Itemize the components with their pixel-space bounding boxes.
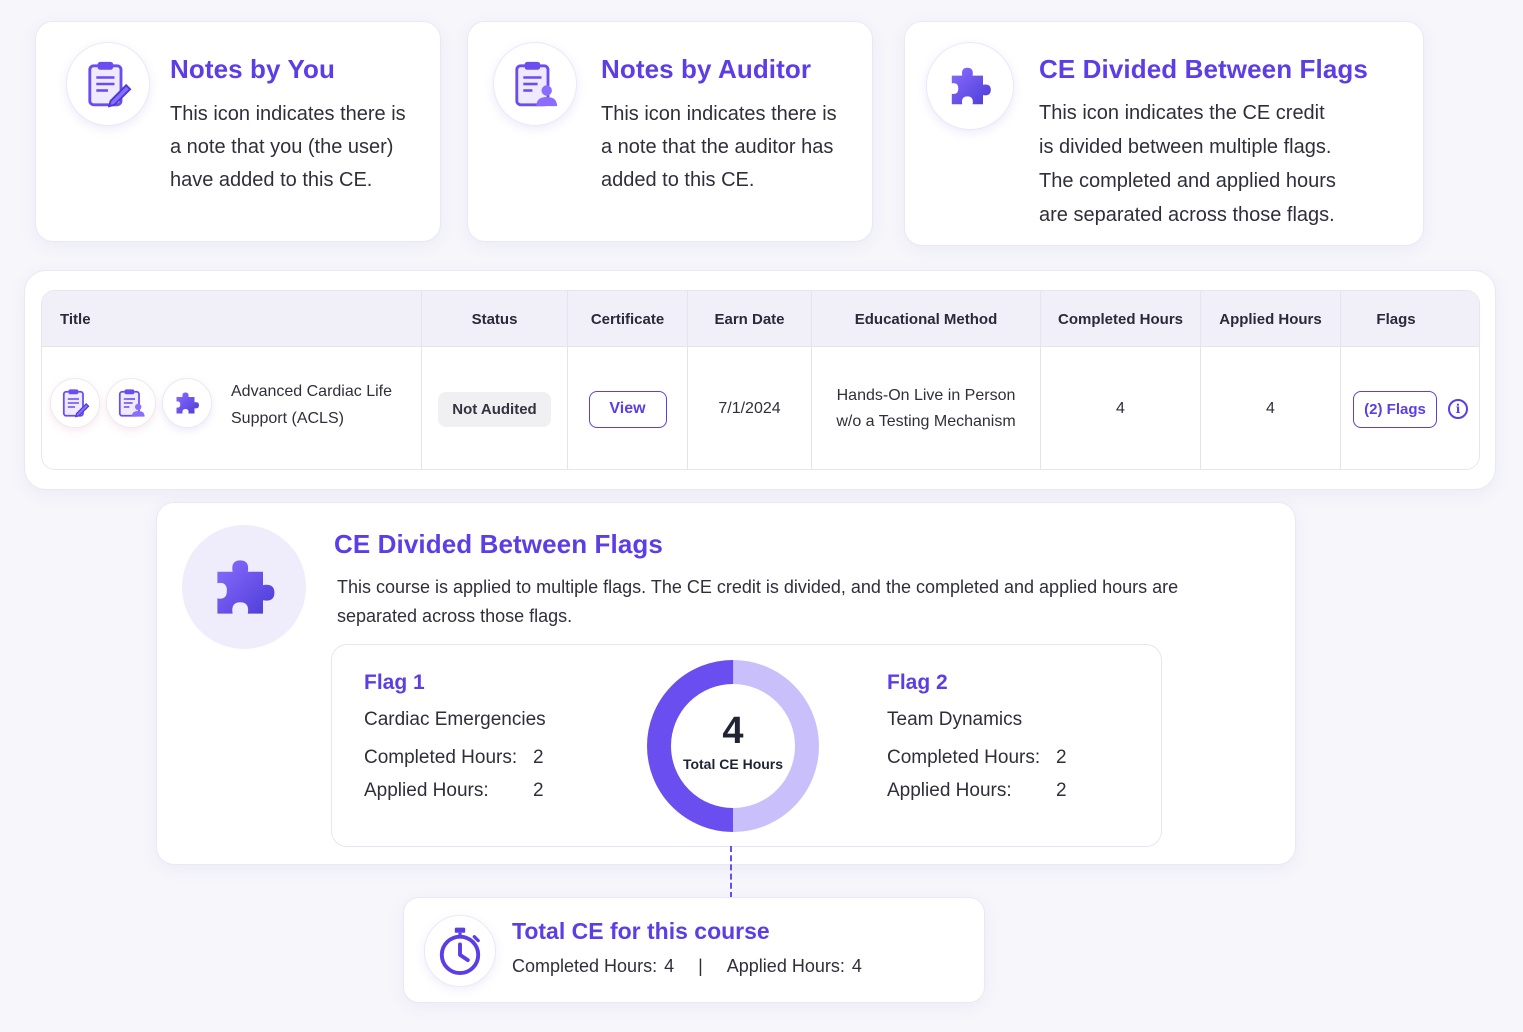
flag-1-completed-value: 2: [533, 747, 544, 768]
completed-hours: 4: [1116, 400, 1125, 417]
legend-title: CE Divided Between Flags: [1039, 54, 1368, 84]
total-applied-value: 4: [851, 956, 862, 976]
legend-card-notes-by-you: Notes by You This icon indicates there i…: [35, 21, 441, 242]
flags-breakdown-panel: Flag 1 Cardiac Emergencies Completed Hou…: [331, 644, 1162, 847]
flag-2-name: Team Dynamics: [887, 709, 1023, 730]
legend-title: Notes by Auditor: [601, 54, 812, 84]
total-applied-label: Applied Hours:: [726, 956, 845, 976]
flags-button[interactable]: (2) Flags: [1353, 390, 1437, 428]
ce-table: Title Status Certificate Earn Date Educa…: [41, 290, 1480, 470]
puzzle-icon: [182, 525, 306, 649]
header-certificate[interactable]: Certificate: [568, 291, 687, 347]
donut-total-label: Total CE Hours: [682, 756, 784, 772]
ce-divided-detail-card: CE Divided Between Flags This course is …: [156, 502, 1296, 865]
header-applied-hours[interactable]: Applied Hours: [1201, 291, 1340, 347]
stopwatch-icon: [424, 915, 496, 987]
header-earn-date[interactable]: Earn Date: [688, 291, 811, 347]
legend-title: Notes by You: [170, 54, 335, 84]
legend-text: This icon indicates there is a note that…: [601, 103, 837, 191]
status-badge: Not Audited: [438, 391, 551, 427]
total-completed-label: Completed Hours:: [512, 956, 658, 976]
total-completed-value: 4: [664, 956, 675, 976]
detail-title: CE Divided Between Flags: [334, 529, 663, 559]
flag-2-applied-value: 2: [1056, 780, 1067, 801]
earn-date: 7/1/2024: [718, 400, 781, 417]
clipboard-pencil-icon[interactable]: [50, 378, 100, 428]
flag-1-block: Flag 1 Cardiac Emergencies Completed Hou…: [364, 671, 546, 802]
header-completed-hours[interactable]: Completed Hours: [1041, 291, 1200, 347]
flag-2-completed-value: 2: [1056, 747, 1067, 768]
total-ce-title: Total CE for this course: [512, 918, 770, 944]
flag-1-completed-label: Completed Hours:: [364, 747, 518, 768]
applied-hours: 4: [1266, 400, 1275, 417]
legend-card-notes-by-auditor: Notes by Auditor This icon indicates the…: [467, 21, 873, 242]
puzzle-icon: [926, 42, 1014, 130]
clipboard-user-icon: [493, 42, 577, 126]
educational-method: Hands-On Live in Person w/o a Testing Me…: [836, 387, 1016, 430]
donut-total-value: 4: [722, 710, 744, 752]
flag-1-title: Flag 1: [364, 671, 425, 694]
info-icon[interactable]: i: [1448, 399, 1468, 419]
flag-2-applied-label: Applied Hours:: [887, 780, 1012, 801]
flag-2-completed-label: Completed Hours:: [887, 747, 1041, 768]
header-flags[interactable]: Flags: [1341, 291, 1451, 347]
total-ce-donut: 4 Total CE Hours: [645, 656, 821, 836]
puzzle-icon[interactable]: [162, 378, 212, 428]
flag-1-applied-label: Applied Hours:: [364, 780, 489, 801]
legend-text: This icon indicates the CE credit is div…: [1039, 102, 1336, 226]
dashed-connector: [730, 846, 732, 898]
header-title[interactable]: Title: [60, 291, 91, 347]
total-ce-card: Total CE for this course Completed Hours…: [403, 897, 985, 1003]
legend-text: This icon indicates there is a note that…: [170, 103, 406, 191]
flag-1-applied-value: 2: [533, 780, 544, 801]
clipboard-user-icon[interactable]: [106, 378, 156, 428]
total-separator: |: [698, 956, 703, 976]
clipboard-pencil-icon: [66, 42, 150, 126]
header-educational-method[interactable]: Educational Method: [812, 291, 1040, 347]
flag-2-title: Flag 2: [887, 671, 948, 694]
flag-1-name: Cardiac Emergencies: [364, 709, 546, 730]
detail-description: This course is applied to multiple flags…: [337, 577, 1179, 626]
legend-card-ce-divided: CE Divided Between Flags This icon indic…: [904, 21, 1424, 246]
header-status[interactable]: Status: [422, 291, 567, 347]
course-title: Advanced Cardiac Life Support (ACLS): [231, 383, 392, 427]
flag-2-block: Flag 2 Team Dynamics Completed Hours: 2 …: [887, 671, 1067, 802]
total-ce-hours: Completed Hours: 4 | Applied Hours: 4: [512, 956, 862, 977]
view-certificate-button[interactable]: View: [588, 390, 667, 428]
